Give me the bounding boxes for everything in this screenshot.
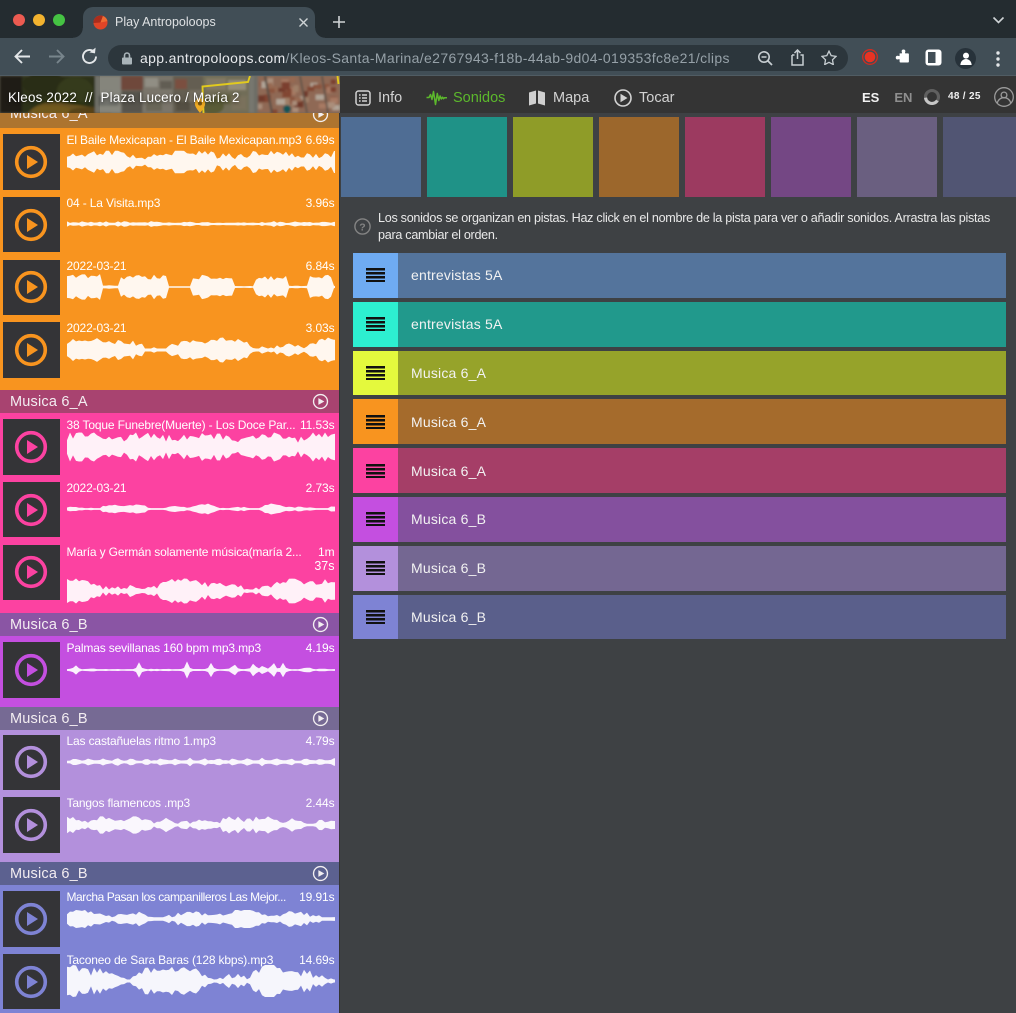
svg-text:?: ? (359, 221, 365, 233)
